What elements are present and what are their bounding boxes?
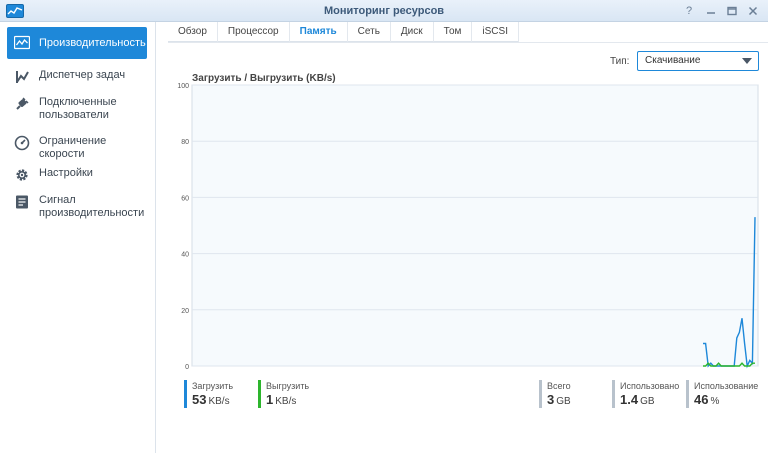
sidebar-item-label: Диспетчер задач [39,69,126,81]
stat-usage-label: Использование [694,381,759,391]
stat-upload-unit: KB/s [275,396,297,407]
close-icon[interactable] [746,4,760,18]
sidebar-item-label: Сигнал производительности [39,194,145,219]
help-icon[interactable]: ? [682,4,696,18]
stat-used-unit: GB [640,396,655,407]
stat-download-value-row: 53 KB/s [192,392,230,407]
stat-used-value-row: 1.4 GB [620,392,655,407]
performance-icon [14,35,30,50]
sidebar-item-label: Ограничение скорости [39,135,107,160]
stat-usage-value: 46 [694,392,709,407]
report-icon [16,195,28,209]
y-tick-label: 60 [181,195,189,202]
type-dropdown[interactable]: Скачивание [637,51,759,71]
stat-download-color-bar [184,380,187,408]
traffic-chart: 0 20 40 60 80 100 [177,83,759,371]
type-label: Тип: [610,56,630,67]
stat-download: Загрузить 53 KB/s [184,380,254,410]
task-manager-icon [16,71,29,83]
y-tick-label: 100 [177,83,189,90]
window-title: Мониторинг ресурсов [323,5,445,17]
tab-iscsi[interactable]: iSCSI [472,22,519,42]
tab-memory[interactable]: Память [290,22,348,42]
stat-total-label: Всего [547,381,571,391]
tab-disk[interactable]: Диск [391,22,434,42]
y-tick-label: 20 [181,308,189,315]
sidebar-item-task-manager[interactable]: Диспетчер задач [7,69,147,85]
stat-download-unit: KB/s [208,396,230,407]
stat-upload-value: 1 [266,392,274,407]
stat-total-value-row: 3 GB [547,392,571,407]
tab-bar: Обзор Процессор Память Сеть Диск Том iSC… [168,22,519,42]
plot-area [191,84,759,367]
tabs-divider [168,42,768,43]
tab-network[interactable]: Сеть [348,22,391,42]
stat-upload-color-bar [258,380,261,408]
stat-used: Использовано 1.4 GB [612,380,682,410]
minimize-icon[interactable] [704,4,718,18]
tab-overview[interactable]: Обзор [168,22,218,42]
y-tick-label: 40 [181,252,189,259]
sidebar-item-connected-users[interactable]: Подключенные пользователи [7,96,147,122]
stat-usage: Использование 46% [686,380,764,410]
stat-used-label: Использовано [620,381,680,391]
stat-total-color-bar [539,380,542,408]
title-bar: Мониторинг ресурсов ? [0,0,768,22]
stat-total: Всего 3 GB [539,380,599,410]
plug-icon [16,97,29,110]
speed-limit-icon [14,135,30,151]
chevron-down-icon[interactable] [742,58,752,64]
stat-upload-value-row: 1 KB/s [266,392,296,407]
stat-usage-unit: % [710,396,720,407]
sidebar-item-performance-alert[interactable]: Сигнал производительности [7,194,147,220]
sidebar-item-label: Подключенные пользователи [39,96,117,121]
sidebar-item-label: Производительность [39,36,146,49]
stat-upload: Выгрузить 1 KB/s [258,380,328,410]
stat-total-value: 3 [547,392,555,407]
y-tick-label: 0 [185,364,189,371]
stat-usage-value-row: 46% [694,392,719,407]
sidebar-item-performance[interactable]: Производительность [7,27,147,59]
sidebar-item-label: Настройки [39,167,93,179]
stat-total-unit: GB [556,396,571,407]
stat-used-value: 1.4 [620,392,639,407]
tab-cpu[interactable]: Процессор [218,22,290,42]
stat-download-value: 53 [192,392,207,407]
gear-icon [16,169,28,181]
stat-used-color-bar [612,380,615,408]
stat-download-label: Загрузить [192,381,234,391]
stat-upload-label: Выгрузить [266,381,310,391]
stat-usage-color-bar [686,380,689,408]
sidebar-item-speed-limit[interactable]: Ограничение скорости [7,135,147,161]
maximize-icon[interactable] [725,4,739,18]
sidebar-item-settings[interactable]: Настройки [7,167,147,183]
sidebar: Производительность Диспетчер задач Подкл… [0,22,156,453]
y-tick-label: 80 [181,139,189,146]
type-dropdown-value: Скачивание [645,55,701,66]
tab-volume[interactable]: Том [434,22,473,42]
